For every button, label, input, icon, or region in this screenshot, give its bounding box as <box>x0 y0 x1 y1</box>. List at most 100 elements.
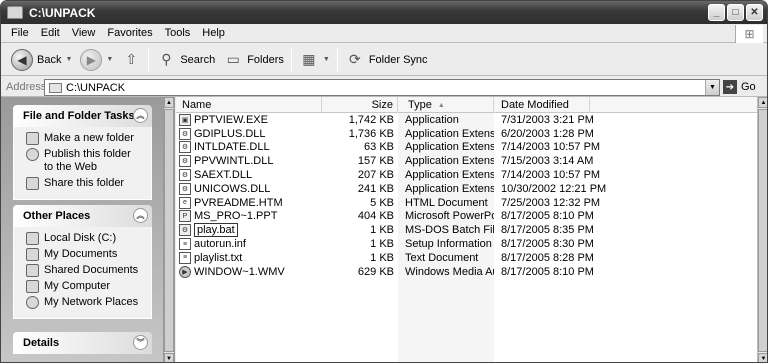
column-label: Name <box>182 99 212 111</box>
file-list: Name Size Type ▲ Date Modified ▣ PPTVIEW.E… <box>176 97 757 362</box>
file-type: Setup Information <box>405 238 492 251</box>
menu-favorites[interactable]: Favorites <box>101 27 158 39</box>
folder-sync-button[interactable]: ⟳ Folder Sync <box>341 47 432 73</box>
place-my-documents[interactable]: My Documents <box>26 248 151 261</box>
folder-sync-label: Folder Sync <box>368 53 428 66</box>
task-make-new-folder[interactable]: Make a new folder <box>26 132 151 145</box>
column-header-date[interactable]: Date Modified <box>494 97 590 113</box>
file-type: Windows Media Aud... <box>405 265 494 278</box>
column-header-size[interactable]: Size <box>322 97 398 113</box>
file-row[interactable]: PMS_PRO~1.PPT 404 KB Microsoft PowerPoi.… <box>176 210 644 224</box>
back-label: Back <box>37 53 62 66</box>
place-shared-documents[interactable]: Shared Documents <box>26 264 151 277</box>
file-row[interactable]: e PVREADME.HTM 5 KB HTML Document 7/25/20… <box>176 196 644 210</box>
file-size: 629 KB <box>357 265 394 278</box>
go-button[interactable]: ➔ Go <box>723 80 756 94</box>
forward-dropdown-icon[interactable]: ▼ <box>106 56 113 63</box>
file-row[interactable]: ▶WINDOW~1.WMV 629 KB Windows Media Aud..… <box>176 265 644 279</box>
forward-button[interactable]: ▶ ▼ <box>76 47 117 73</box>
file-row[interactable]: ▣ PPTVIEW.EXE 1,742 KB Application 7/31/2… <box>176 113 644 127</box>
file-list-scrollbar[interactable]: ▲ ▼ <box>757 97 767 362</box>
address-label: Address <box>6 80 47 93</box>
file-date: 8/17/2005 8:10 PM <box>501 265 594 278</box>
minimize-button[interactable]: _ <box>708 4 725 21</box>
place-my-computer[interactable]: My Computer <box>26 280 151 293</box>
back-arrow-icon: ◀ <box>11 48 33 71</box>
back-button[interactable]: ◀ Back ▼ <box>7 47 76 73</box>
file-size: 157 KB <box>357 155 394 168</box>
place-my-network-places[interactable]: My Network Places <box>26 296 151 309</box>
file-row[interactable]: ⚙SAEXT.DLL 207 KB Application Extension … <box>176 168 644 182</box>
task-pane-scrollbar[interactable]: ▲ ▼ <box>163 97 175 362</box>
file-folder-tasks-group: File and Folder Tasks ︽ Make a new folde… <box>13 105 152 200</box>
task-label: Share this folder <box>44 177 125 189</box>
column-label: Type <box>408 99 432 111</box>
close-button[interactable]: ✕ <box>746 4 763 21</box>
network-icon <box>26 296 39 309</box>
scroll-thumb[interactable] <box>164 109 174 352</box>
file-row[interactable]: ⚙PPVWINTL.DLL 157 KB Application Extensi… <box>176 154 644 168</box>
scroll-thumb[interactable] <box>758 109 767 352</box>
scroll-down-icon[interactable]: ▼ <box>758 353 767 362</box>
file-row[interactable]: ⚙GDIPLUS.DLL 1,736 KB Application Extens… <box>176 127 644 141</box>
group-header[interactable]: File and Folder Tasks ︽ <box>13 105 152 127</box>
up-button[interactable]: ⇧ <box>117 47 145 73</box>
toolbar-separator <box>148 47 150 72</box>
file-row[interactable]: ⚙INTLDATE.DLL 63 KB Application Extensio… <box>176 141 644 155</box>
scroll-down-icon[interactable]: ▼ <box>164 353 174 362</box>
place-label: My Computer <box>44 280 111 292</box>
menu-file[interactable]: File <box>5 27 35 39</box>
task-pane: File and Folder Tasks ︽ Make a new folde… <box>1 97 164 362</box>
file-type: Application Extension <box>405 169 494 182</box>
file-row[interactable]: ≡ playlist.txt 1 KB Text Document 8/17/20… <box>176 251 644 265</box>
collapse-icon[interactable]: ︽ <box>133 108 148 123</box>
address-dropdown-icon[interactable]: ▼ <box>705 80 719 95</box>
toolbar-separator <box>290 47 292 72</box>
scroll-up-icon[interactable]: ▲ <box>758 97 767 108</box>
folders-button[interactable]: ▭ Folders <box>219 47 288 73</box>
file-name[interactable]: play.bat <box>194 223 238 238</box>
file-date: 7/25/2003 12:32 PM <box>501 196 601 209</box>
file-row[interactable]: ⚙UNICOWS.DLL 241 KB Application Extensio… <box>176 182 644 196</box>
application-icon: ▣ <box>179 113 191 126</box>
file-row[interactable]: ≡ autorun.inf 1 KB Setup Information 8/17… <box>176 237 644 251</box>
collapse-icon[interactable]: ︽ <box>133 208 148 223</box>
address-input[interactable]: C:\UNPACK ▼ <box>44 79 720 96</box>
place-label: Shared Documents <box>44 264 139 276</box>
toolbar: ◀ Back ▼ ▶ ▼ ⇧ ⚲ Search ▭ Folders ▦ ▼ ⟳ … <box>1 44 767 76</box>
address-value: C:\UNPACK <box>66 81 126 94</box>
file-name: PPVWINTL.DLL <box>194 155 274 168</box>
group-body: Make a new folder Publish this folder to… <box>13 127 152 200</box>
back-dropdown-icon[interactable]: ▼ <box>65 56 72 63</box>
sync-icon: ⟳ <box>348 51 361 67</box>
search-button[interactable]: ⚲ Search <box>152 47 219 73</box>
task-share-folder[interactable]: Share this folder <box>26 177 151 190</box>
views-button[interactable]: ▦ ▼ <box>295 47 334 73</box>
file-name: WINDOW~1.WMV <box>194 265 285 278</box>
menu-tools[interactable]: Tools <box>159 27 197 39</box>
group-header[interactable]: Details ︾ <box>13 332 152 354</box>
file-type: Application Extension <box>405 127 494 140</box>
title-bar[interactable]: C:\UNPACK _ □ ✕ <box>1 1 767 24</box>
file-row[interactable]: ⚙ play.bat 1 KB MS-DOS Batch File 8/17/20… <box>176 223 644 238</box>
column-header-name[interactable]: Name <box>176 97 322 113</box>
menu-help[interactable]: Help <box>196 27 231 39</box>
sort-ascending-icon: ▲ <box>437 101 445 109</box>
file-size: 1 KB <box>370 224 394 237</box>
menu-view[interactable]: View <box>66 27 102 39</box>
powerpoint-icon: P <box>179 210 191 223</box>
maximize-button[interactable]: □ <box>727 4 744 21</box>
window-controls: _ □ ✕ <box>708 4 763 21</box>
place-local-disk[interactable]: Local Disk (C:) <box>26 232 151 245</box>
expand-icon[interactable]: ︾ <box>133 335 148 350</box>
menu-edit[interactable]: Edit <box>35 27 66 39</box>
go-label: Go <box>741 81 756 93</box>
place-label: Local Disk (C:) <box>44 232 117 244</box>
group-header[interactable]: Other Places ︽ <box>13 205 152 227</box>
group-title: Details <box>23 337 60 349</box>
column-header-type[interactable]: Type ▲ <box>398 97 494 113</box>
scroll-up-icon[interactable]: ▲ <box>164 97 174 108</box>
drive-icon <box>26 232 39 245</box>
dll-icon: ⚙ <box>179 182 191 195</box>
task-publish-to-web[interactable]: Publish this folder to the Web <box>26 148 151 174</box>
